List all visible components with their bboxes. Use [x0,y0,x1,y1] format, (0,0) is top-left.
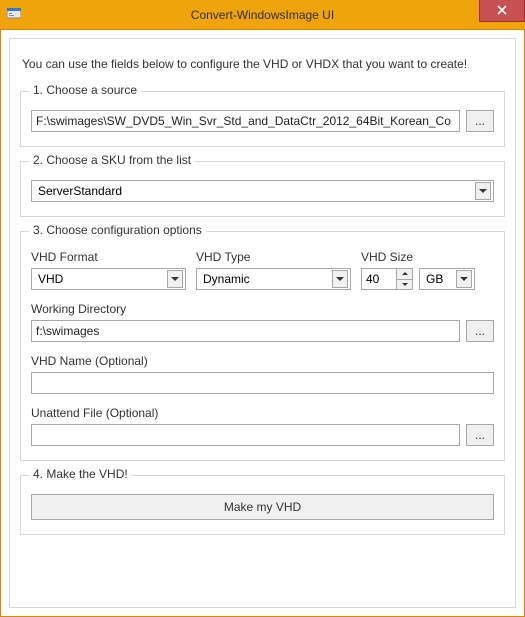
window-title: Convert-WindowsImage UI [0,8,525,22]
vhd-type-value: Dynamic [203,272,328,286]
close-icon [497,5,507,15]
chevron-down-icon [336,277,344,281]
unattend-file-label: Unattend File (Optional) [31,406,494,420]
group-choose-sku-legend: 2. Choose a SKU from the list [29,153,195,167]
vhd-size-unit-arrow-button[interactable] [456,270,472,288]
vhd-name-input[interactable] [31,372,494,394]
working-directory-input[interactable] [31,320,460,342]
close-button[interactable] [479,0,525,22]
vhd-format-arrow-button[interactable] [167,270,183,288]
group-configuration-legend: 3. Choose configuration options [29,223,206,237]
vhd-size-unit-dropdown[interactable]: GB [419,268,475,290]
group-choose-source-legend: 1. Choose a source [29,83,141,97]
group-choose-source: 1. Choose a source ... [20,91,505,147]
unattend-file-input[interactable] [31,424,460,446]
vhd-type-arrow-button[interactable] [332,270,348,288]
sku-dropdown[interactable]: ServerStandard [31,180,494,202]
group-make-vhd: 4. Make the VHD! Make my VHD [20,475,505,535]
vhd-size-input[interactable] [362,269,396,289]
source-browse-button[interactable]: ... [466,110,494,132]
vhd-format-value: VHD [38,272,163,286]
chevron-down-icon [402,283,408,286]
vhd-format-dropdown[interactable]: VHD [31,268,186,290]
group-choose-sku: 2. Choose a SKU from the list ServerStan… [20,161,505,217]
chevron-down-icon [479,189,487,193]
vhd-size-down-button[interactable] [397,280,412,290]
chevron-down-icon [460,277,468,281]
vhd-size-unit-value: GB [426,272,452,286]
vhd-format-label: VHD Format [31,250,186,264]
vhd-type-dropdown[interactable]: Dynamic [196,268,351,290]
vhd-size-up-button[interactable] [397,269,412,280]
vhd-type-label: VHD Type [196,250,351,264]
intro-text: You can use the fields below to configur… [22,55,503,73]
group-configuration: 3. Choose configuration options VHD Form… [20,231,505,461]
vhd-name-label: VHD Name (Optional) [31,354,494,368]
vhd-size-spinner[interactable] [361,268,413,290]
group-make-vhd-legend: 4. Make the VHD! [29,467,132,481]
working-directory-browse-button[interactable]: ... [466,320,494,342]
working-directory-label: Working Directory [31,302,494,316]
source-path-input[interactable] [31,110,460,132]
window-body: You can use the fields below to configur… [0,30,525,617]
chevron-down-icon [171,277,179,281]
app-icon [6,7,22,23]
title-bar: Convert-WindowsImage UI [0,0,525,30]
inner-panel: You can use the fields below to configur… [9,38,516,608]
vhd-size-label: VHD Size [361,250,481,264]
sku-dropdown-value: ServerStandard [38,184,471,198]
chevron-up-icon [402,272,408,275]
make-vhd-button[interactable]: Make my VHD [31,494,494,520]
unattend-file-browse-button[interactable]: ... [466,424,494,446]
sku-dropdown-arrow-button[interactable] [475,182,491,200]
